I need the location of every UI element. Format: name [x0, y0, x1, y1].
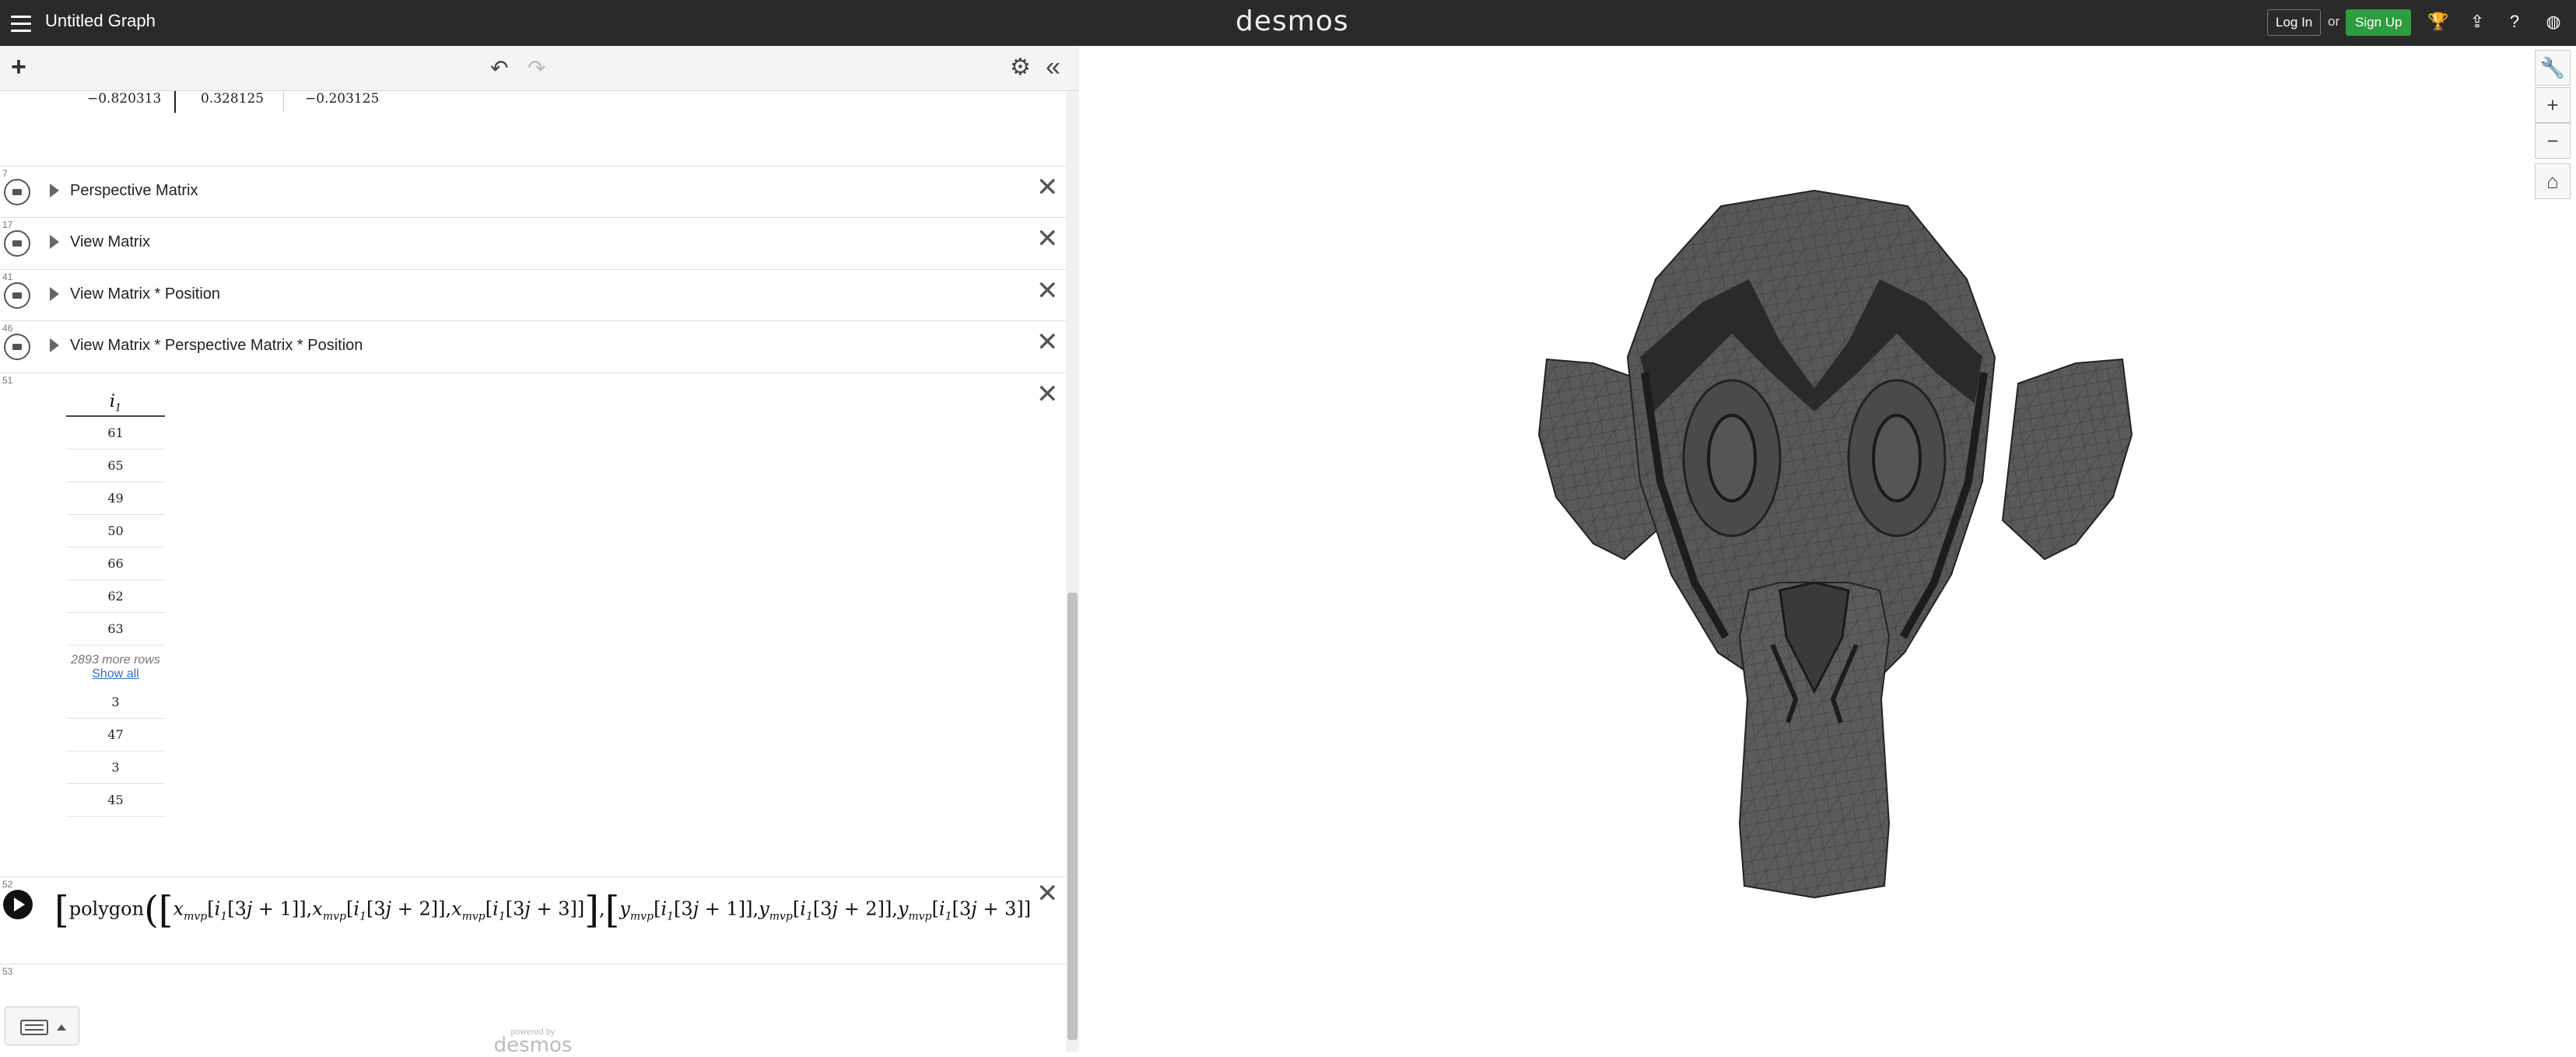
table-cell[interactable]: 45	[66, 784, 165, 817]
expand-caret-icon[interactable]	[50, 184, 59, 198]
folder-perspective-matrix[interactable]: 7 Perspective Matrix ✕	[0, 166, 1066, 218]
table-cell[interactable]: 49	[66, 482, 165, 515]
table-cell[interactable]: 66	[66, 548, 165, 580]
matrix-expression[interactable]: −0.820313 0.328125 −0.203125	[0, 91, 1066, 166]
sign-up-button[interactable]: Sign Up	[2346, 9, 2412, 36]
keyboard-toggle-button[interactable]	[5, 1006, 79, 1045]
folder-label[interactable]: View Matrix	[70, 233, 150, 251]
folder-icon[interactable]	[4, 282, 30, 309]
desmos-logo: desmos	[1235, 5, 1349, 37]
empty-expression[interactable]: 53	[0, 964, 1066, 1011]
expression-toolbar: + ↶ ↷ ⚙ «	[0, 46, 1079, 91]
share-icon[interactable]: ⇪	[2466, 11, 2488, 33]
powered-by-desmos[interactable]: powered by desmos	[490, 1027, 576, 1057]
matrix-cell: −0.203125	[305, 91, 380, 107]
table-cell[interactable]: 50	[66, 515, 165, 548]
redo-icon[interactable]: ↷	[527, 55, 545, 81]
row-number: 52	[2, 879, 13, 890]
table-cell[interactable]: 63	[66, 613, 165, 646]
delete-icon[interactable]: ✕	[1036, 880, 1059, 907]
row-number: 46	[2, 323, 13, 334]
table-expression[interactable]: 51 ✕ i1 61 65 49 50 66 62 63 2893 more r…	[0, 373, 1066, 877]
table-header[interactable]: i1	[66, 381, 165, 417]
help-icon[interactable]: ?	[2504, 11, 2525, 33]
expression-scrollbar[interactable]	[1066, 91, 1079, 1052]
delete-icon[interactable]: ✕	[1036, 226, 1059, 252]
table-cell[interactable]: 65	[66, 450, 165, 482]
zoom-in-button[interactable]: +	[2535, 87, 2571, 123]
graph-canvas[interactable]	[1080, 46, 2576, 1052]
settings-gear-icon[interactable]: ⚙	[1010, 54, 1031, 81]
expression-list: −0.820313 0.328125 −0.203125 7 Perspecti…	[0, 91, 1066, 1052]
folder-icon[interactable]	[4, 230, 30, 257]
delete-icon[interactable]: ✕	[1036, 329, 1059, 355]
trophy-icon[interactable]: 🏆	[2427, 11, 2449, 33]
wrench-icon[interactable]: 🔧	[2535, 50, 2571, 86]
polygon-expression[interactable]: 52 ✕ [polygon([xmvp[i1[3j + 1]],xmvp[i1[…	[0, 877, 1066, 964]
play-icon[interactable]	[3, 890, 33, 919]
add-item-button[interactable]: +	[11, 54, 26, 80]
table-cell[interactable]: 62	[66, 580, 165, 613]
log-in-button[interactable]: Log In	[2267, 9, 2322, 36]
collapse-panel-icon[interactable]: «	[1046, 52, 1060, 82]
expand-caret-icon[interactable]	[50, 338, 59, 352]
keyboard-icon	[20, 1020, 66, 1035]
table-cell[interactable]: 3	[66, 686, 165, 719]
matrix-cell: −0.820313	[87, 91, 162, 107]
or-text: or	[2328, 14, 2340, 29]
delete-icon[interactable]: ✕	[1036, 381, 1059, 408]
expand-caret-icon[interactable]	[50, 287, 59, 301]
data-table: i1 61 65 49 50 66 62 63 2893 more rows S…	[66, 381, 165, 817]
row-number: 17	[2, 219, 13, 230]
folder-label[interactable]: Perspective Matrix	[70, 182, 198, 200]
undo-icon[interactable]: ↶	[490, 55, 508, 81]
folder-icon[interactable]	[4, 334, 30, 360]
polygon-formula[interactable]: [polygon([xmvp[i1[3j + 1]],xmvp[i1[3j + …	[54, 888, 1031, 932]
table-cell[interactable]: 3	[66, 751, 165, 784]
hamburger-menu-icon[interactable]	[11, 11, 31, 34]
graph-controls: 🔧 + − ⌂	[2535, 50, 2571, 199]
home-icon[interactable]: ⌂	[2535, 163, 2571, 199]
folder-label[interactable]: View Matrix * Position	[70, 285, 220, 303]
table-cell[interactable]: 47	[66, 719, 165, 751]
matrix-cell: 0.328125	[201, 91, 265, 107]
footer-desmos-logo: desmos	[493, 1034, 573, 1057]
row-number: 41	[2, 271, 13, 282]
top-bar: Untitled Graph desmos Log In or Sign Up …	[0, 0, 2576, 46]
globe-icon[interactable]: ◍	[2543, 11, 2564, 33]
folder-view-perspective-position[interactable]: 46 View Matrix * Perspective Matrix * Po…	[0, 321, 1066, 373]
expression-panel: + ↶ ↷ ⚙ « −0.820313 0.328125 −0.203125 7…	[0, 46, 1079, 1057]
expand-caret-icon[interactable]	[50, 235, 59, 249]
show-all-link[interactable]: Show all	[66, 667, 165, 686]
folder-view-matrix[interactable]: 17 View Matrix ✕	[0, 218, 1066, 270]
matrix-divider	[283, 91, 284, 113]
row-number: 53	[2, 966, 13, 977]
zoom-out-button[interactable]: −	[2535, 123, 2571, 159]
more-rows-text: 2893 more rows	[71, 653, 160, 667]
scroll-thumb[interactable]	[1067, 593, 1078, 1040]
table-cell[interactable]: 61	[66, 417, 165, 450]
row-number: 7	[2, 168, 8, 179]
row-number: 51	[2, 375, 13, 386]
monkey-head-mesh	[1537, 189, 2133, 899]
folder-view-matrix-position[interactable]: 41 View Matrix * Position ✕	[0, 270, 1066, 321]
delete-icon[interactable]: ✕	[1036, 278, 1059, 304]
graph-title[interactable]: Untitled Graph	[45, 11, 156, 31]
folder-label[interactable]: View Matrix * Perspective Matrix * Posit…	[70, 337, 363, 355]
delete-icon[interactable]: ✕	[1036, 174, 1059, 201]
folder-icon[interactable]	[4, 179, 30, 205]
matrix-divider	[174, 91, 176, 113]
